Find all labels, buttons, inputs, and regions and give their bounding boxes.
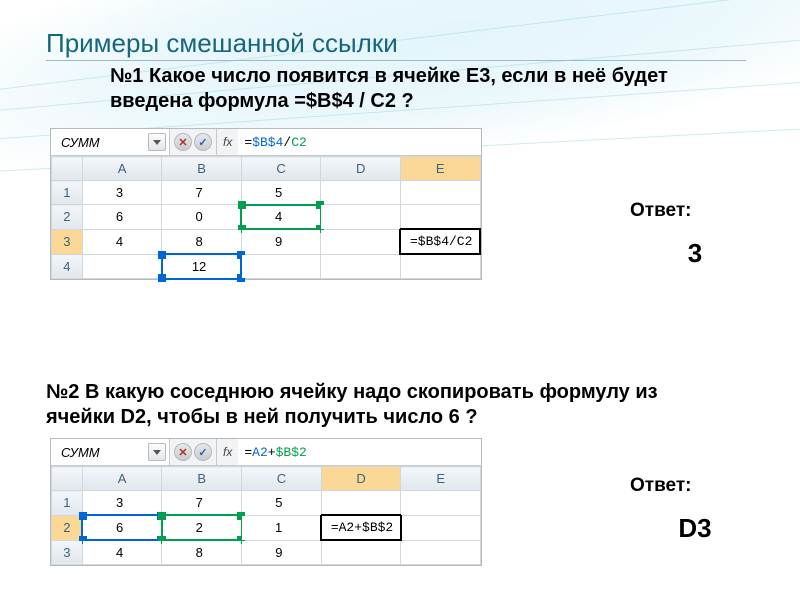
row-header[interactable]: 3: [52, 540, 83, 565]
cell-ref-green[interactable]: 2: [162, 515, 242, 540]
cell[interactable]: [82, 254, 162, 279]
cell[interactable]: 7: [162, 491, 242, 516]
row-header[interactable]: 1: [52, 491, 83, 516]
cell[interactable]: 7: [162, 181, 242, 205]
col-header[interactable]: A: [82, 467, 162, 491]
cell[interactable]: [321, 491, 401, 516]
cell[interactable]: 8: [162, 229, 242, 254]
spreadsheet-1: СУММ ✕ ✓ fx =$B$4/C2 A B C D E 1 3 7 5: [50, 128, 482, 280]
answer-value-1: 3: [630, 238, 760, 269]
name-box-text: СУММ: [61, 445, 100, 460]
cell-ref-blue[interactable]: 6: [82, 515, 162, 540]
cell[interactable]: [400, 205, 480, 230]
grid-1: A B C D E 1 3 7 5 2 6 0 4 3 4: [51, 156, 481, 279]
answer-block-1: Ответ: 3: [630, 200, 760, 269]
answer-block-2: Ответ: D3: [630, 475, 760, 544]
active-cell[interactable]: =$B$4/C2: [400, 229, 480, 254]
cell[interactable]: 4: [82, 229, 162, 254]
cell[interactable]: 5: [241, 181, 321, 205]
row-header[interactable]: 2: [52, 205, 83, 230]
answer-label: Ответ:: [630, 200, 760, 222]
fx-label[interactable]: fx: [217, 129, 238, 155]
formula-bar-content[interactable]: =A2+$B$2: [238, 439, 481, 465]
cell[interactable]: 8: [162, 540, 242, 565]
cell[interactable]: [241, 254, 321, 279]
answer-label: Ответ:: [630, 475, 760, 497]
cell[interactable]: [321, 540, 401, 565]
row-header[interactable]: 2: [52, 515, 83, 540]
fx-label[interactable]: fx: [217, 439, 238, 465]
cell[interactable]: [401, 540, 481, 565]
col-header[interactable]: B: [162, 157, 242, 181]
cell[interactable]: [400, 254, 480, 279]
cell[interactable]: 3: [82, 491, 162, 516]
cell-ref-green[interactable]: 4: [241, 205, 321, 230]
cell[interactable]: [401, 491, 481, 516]
cell[interactable]: 9: [241, 229, 321, 254]
formula-bar: СУММ ✕ ✓ fx =$B$4/C2: [51, 129, 481, 156]
cell[interactable]: 0: [162, 205, 242, 230]
cell[interactable]: [321, 229, 401, 254]
formula-bar: СУММ ✕ ✓ fx =A2+$B$2: [51, 439, 481, 466]
cell[interactable]: [401, 515, 481, 540]
cell[interactable]: [321, 181, 401, 205]
enter-icon[interactable]: ✓: [194, 443, 212, 461]
name-box-text: СУММ: [61, 135, 100, 150]
answer-value-2: D3: [630, 513, 760, 544]
enter-icon[interactable]: ✓: [194, 133, 212, 151]
col-header[interactable]: E: [401, 467, 481, 491]
select-all[interactable]: [52, 157, 83, 181]
slide-title: Примеры смешанной ссылки: [46, 28, 398, 59]
name-box[interactable]: СУММ: [51, 439, 170, 465]
question-2: №2 В какую соседнюю ячейку надо скопиров…: [46, 380, 696, 430]
cell[interactable]: [321, 205, 401, 230]
col-header[interactable]: C: [241, 157, 321, 181]
cell[interactable]: [321, 254, 401, 279]
cancel-icon[interactable]: ✕: [174, 133, 192, 151]
active-cell[interactable]: =A2+$B$2: [321, 515, 401, 540]
name-box-dropdown-icon[interactable]: [148, 133, 166, 151]
col-header[interactable]: D: [321, 467, 401, 491]
title-underline: [46, 60, 746, 61]
cell[interactable]: 1: [242, 515, 322, 540]
col-header[interactable]: D: [321, 157, 401, 181]
col-header[interactable]: C: [242, 467, 322, 491]
cell[interactable]: 9: [242, 540, 322, 565]
cancel-icon[interactable]: ✕: [174, 443, 192, 461]
spreadsheet-2: СУММ ✕ ✓ fx =A2+$B$2 A B C D E 1 3 7 5: [50, 438, 482, 566]
grid-2: A B C D E 1 3 7 5 2 6 2 1 =A2+$B$2: [51, 466, 481, 565]
cell-ref-blue[interactable]: 12: [162, 254, 242, 279]
cell[interactable]: 4: [82, 540, 162, 565]
row-header[interactable]: 3: [52, 229, 83, 254]
cell[interactable]: 3: [82, 181, 162, 205]
row-header[interactable]: 1: [52, 181, 83, 205]
col-header[interactable]: E: [400, 157, 480, 181]
formula-bar-content[interactable]: =$B$4/C2: [238, 129, 481, 155]
cell[interactable]: 5: [242, 491, 322, 516]
cell[interactable]: 6: [82, 205, 162, 230]
col-header[interactable]: A: [82, 157, 162, 181]
row-header[interactable]: 4: [52, 254, 83, 279]
select-all[interactable]: [52, 467, 83, 491]
col-header[interactable]: B: [162, 467, 242, 491]
question-1: №1 Какое число появится в ячейке E3, есл…: [110, 64, 700, 114]
name-box-dropdown-icon[interactable]: [148, 443, 166, 461]
cell[interactable]: [400, 181, 480, 205]
name-box[interactable]: СУММ: [51, 129, 170, 155]
